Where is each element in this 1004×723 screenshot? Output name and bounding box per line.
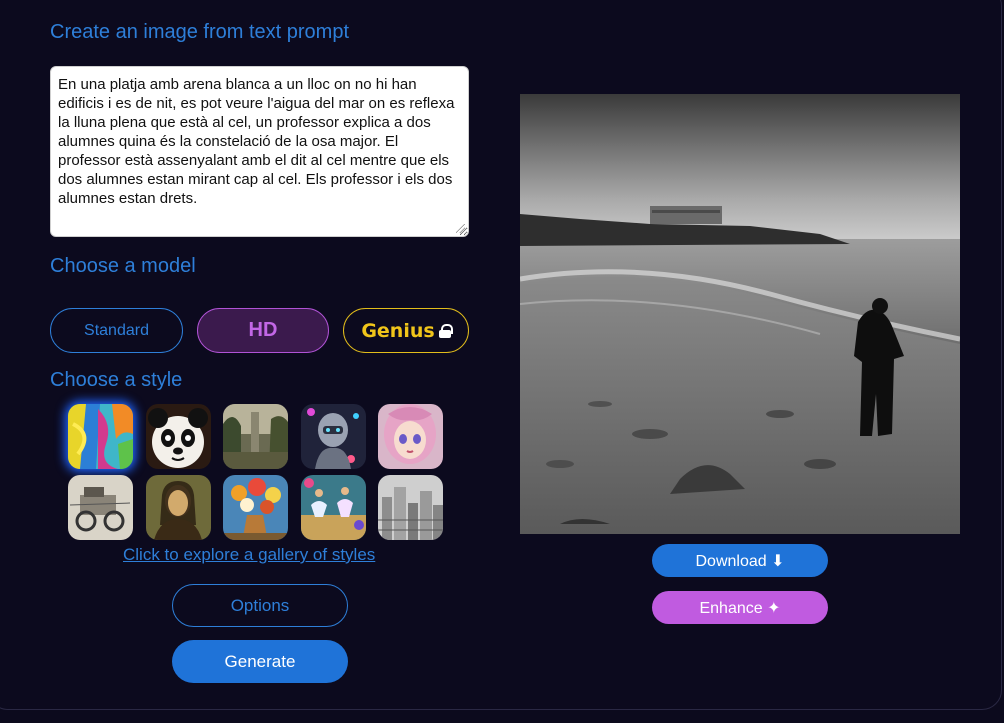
- style-thumb-renaissance[interactable]: [146, 475, 211, 540]
- abstract-art-icon: [68, 404, 133, 469]
- model-hd-button[interactable]: HD: [197, 308, 329, 353]
- city-sketch-icon: [378, 475, 443, 540]
- style-thumb-impressionist[interactable]: [301, 475, 366, 540]
- panda-icon: [146, 404, 211, 469]
- lock-icon: [438, 323, 453, 338]
- model-genius-label: Genius: [361, 319, 435, 342]
- style-thumb-abstract[interactable]: [68, 404, 133, 469]
- beach-photo-icon: [520, 94, 960, 534]
- model-genius-button[interactable]: Genius: [343, 308, 469, 353]
- generate-button-label: Generate: [224, 651, 296, 671]
- model-standard-label: Standard: [84, 321, 149, 339]
- style-thumb-landscape[interactable]: [223, 404, 288, 469]
- model-standard-button[interactable]: Standard: [50, 308, 183, 353]
- style-thumb-pencil-city[interactable]: [378, 475, 443, 540]
- download-button-label: Download ⬇: [695, 552, 785, 570]
- style-thumb-robot[interactable]: [301, 404, 366, 469]
- model-heading: Choose a model: [50, 255, 196, 277]
- gallery-styles-link[interactable]: Click to explore a gallery of styles: [123, 545, 375, 565]
- style-thumb-sketch[interactable]: [68, 475, 133, 540]
- generated-image: [520, 94, 960, 534]
- flowers-vase-icon: [223, 475, 288, 540]
- robot-icon: [301, 404, 366, 469]
- page-title: Create an image from text prompt: [50, 21, 350, 43]
- anime-girl-icon: [378, 404, 443, 469]
- landscape-painting-icon: [223, 404, 288, 469]
- enhance-button-label: Enhance ✦: [699, 599, 781, 617]
- prompt-text: En una platja amb arena blanca a un lloc…: [58, 76, 455, 207]
- style-thumb-anime[interactable]: [378, 404, 443, 469]
- options-button-label: Options: [230, 595, 290, 615]
- style-thumb-panda[interactable]: [146, 404, 211, 469]
- resize-handle-icon[interactable]: [456, 224, 465, 233]
- mona-lisa-icon: [146, 475, 211, 540]
- options-button[interactable]: Options: [172, 584, 348, 627]
- ballet-dancers-icon: [301, 475, 366, 540]
- enhance-button[interactable]: Enhance ✦: [652, 591, 828, 624]
- style-thumb-still-life[interactable]: [223, 475, 288, 540]
- prompt-textarea[interactable]: En una platja amb arena blanca a un lloc…: [50, 66, 469, 237]
- vintage-car-icon: [68, 475, 133, 540]
- download-button[interactable]: Download ⬇: [652, 544, 828, 577]
- model-hd-label: HD: [248, 319, 278, 341]
- style-heading: Choose a style: [50, 369, 183, 391]
- generate-button[interactable]: Generate: [172, 640, 348, 683]
